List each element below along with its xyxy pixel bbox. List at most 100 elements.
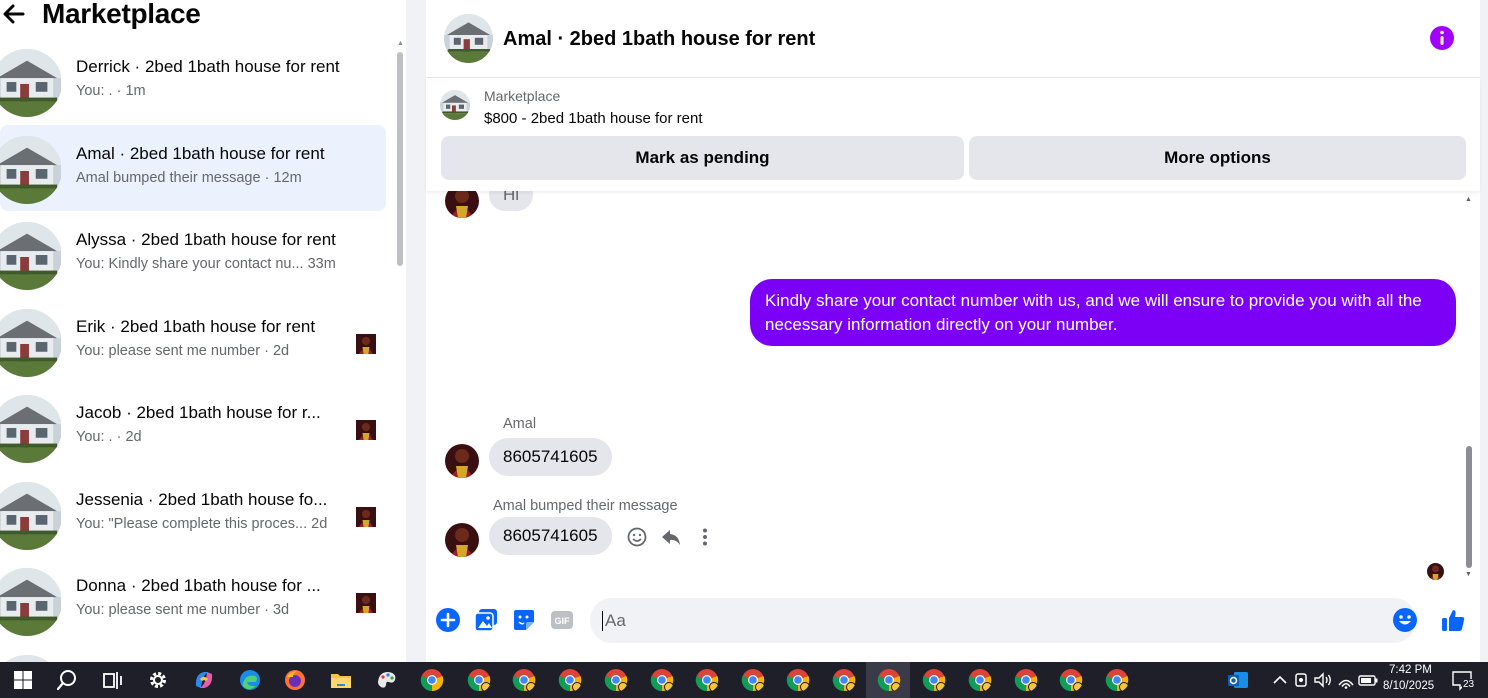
chrome-window-icon[interactable] [604,668,628,692]
clock-date[interactable]: 8/10/2025 [1383,680,1434,692]
page-title: Marketplace [42,0,201,29]
scroll-up-icon[interactable]: ▲ [397,40,404,47]
chrome-window-icon[interactable] [922,668,946,692]
seen-receipt-avatar [356,420,376,440]
conversation-item[interactable]: Jacob · 2bed 1bath house for r... You: . … [0,384,386,471]
like-icon[interactable] [1440,607,1466,633]
wifi-icon[interactable] [1334,668,1358,692]
battery-icon[interactable] [1356,668,1380,692]
message-input-placeholder: Aa [602,611,626,631]
listing-thumbnail [0,482,62,550]
paint-icon[interactable] [375,668,399,692]
conversation-title: Jessenia · 2bed 1bath house fo... [76,489,328,509]
conversation-title: Donna · 2bed 1bath house for ... [76,576,321,595]
message-input[interactable]: Aa [590,598,1418,643]
windows-start-icon[interactable] [11,668,35,692]
conversation-panel: Marketplace Derrick · 2bed 1bath house f… [0,0,406,662]
scroll-down-icon[interactable]: ▼ [1465,571,1472,578]
listing-thumbnail [0,222,62,290]
clock-time[interactable]: 7:42 PM [1389,664,1432,676]
sender-avatar[interactable] [445,523,479,557]
chat-avatar[interactable] [444,14,493,63]
conversation-list: Derrick · 2bed 1bath house for rent You: … [0,38,394,698]
listing-source-label: Marketplace [484,88,561,104]
chrome-window-icon[interactable] [1059,668,1083,692]
volume-icon[interactable] [1311,668,1335,692]
chrome-window-icon[interactable] [558,668,582,692]
sender-avatar[interactable] [445,191,479,218]
conversation-preview: You: . · 1m [76,83,146,99]
conversation-preview: You: please sent me number · 2d [76,342,290,359]
listing-banner: Marketplace $800 - 2bed 1bath house for … [426,79,1480,191]
seen-receipt-avatar [356,593,376,613]
conversation-item[interactable]: Jessenia · 2bed 1bath house fo... You: "P… [0,471,386,558]
sticker-icon[interactable] [511,607,537,633]
seen-receipt-avatar [356,334,376,354]
info-icon[interactable] [1429,25,1455,51]
emoji-icon[interactable] [1392,607,1418,633]
task-view-icon[interactable] [100,668,124,692]
gif-icon[interactable]: GIF [549,607,575,633]
chat-panel: Amal · 2bed 1bath house for rent Marketp… [426,0,1480,662]
file-explorer-icon[interactable] [329,668,353,692]
conversation-item[interactable]: Donna · 2bed 1bath house for ... You: ple… [0,557,386,644]
back-arrow-icon[interactable] [2,0,26,28]
meet-now-icon[interactable] [1289,668,1313,692]
chrome-window-icon[interactable] [512,668,536,692]
svg-text:GIF: GIF [555,616,571,626]
chrome-window-icon[interactable] [968,668,992,692]
search-icon[interactable] [55,668,79,692]
sender-avatar[interactable] [445,444,479,478]
conversation-preview: You: please sent me number · 3d [76,602,290,618]
chrome-window-icon[interactable] [695,668,719,692]
chrome-window-icon[interactable] [1105,668,1129,692]
more-options-button[interactable]: More options [969,136,1466,180]
outlook-icon[interactable] [1226,668,1250,692]
conversation-title: Derrick · 2bed 1bath house for rent [76,57,340,76]
chrome-window-icon[interactable] [832,668,856,692]
message-bubble-incoming[interactable]: 8605741605 [489,438,612,476]
image-icon[interactable] [473,607,499,633]
listing-title[interactable]: $800 - 2bed 1bath house for rent [484,110,703,127]
conversation-item[interactable]: Erik · 2bed 1bath house for rent You: ple… [0,298,386,385]
chrome-window-icon[interactable] [877,668,901,692]
chrome-window-icon[interactable] [467,668,491,692]
conversation-item[interactable]: Amal · 2bed 1bath house for rent Amal bum… [0,124,386,211]
windows-taskbar: 7:42 PM 8/10/2025 23 [0,662,1488,698]
marketplace-header: Marketplace [0,0,406,34]
scroll-up-icon[interactable]: ▲ [1465,196,1472,203]
conversation-title: Amal · 2bed 1bath house for rent [76,143,325,163]
listing-thumbnail[interactable] [440,90,470,120]
conversation-list-scrollbar[interactable] [397,52,403,266]
reply-icon[interactable] [660,526,682,548]
chrome-window-icon[interactable] [1014,668,1038,692]
seen-receipt-avatar [1427,563,1444,580]
copilot-icon[interactable] [192,668,216,692]
message-bubble-outgoing[interactable]: Kindly share your contact number with us… [750,279,1456,346]
firefox-icon[interactable] [283,668,307,692]
edge-icon[interactable] [238,668,262,692]
conversation-item[interactable]: Alyssa · 2bed 1bath house for rent You: K… [0,211,386,298]
message-composer: GIF Aa [426,596,1480,646]
bumped-label: Amal bumped their message [493,498,678,514]
mark-as-pending-button[interactable]: Mark as pending [441,136,964,180]
chat-title[interactable]: Amal · 2bed 1bath house for rent [503,28,815,51]
plus-icon[interactable] [435,607,461,633]
more-icon[interactable] [694,526,716,548]
listing-thumbnail [0,568,62,636]
react-icon[interactable] [626,526,648,548]
message-bubble-incoming[interactable]: Hi [489,191,534,211]
listing-thumbnail [0,395,62,463]
sender-name: Amal [503,416,537,432]
listing-thumbnail [0,136,62,204]
chrome-icon[interactable] [420,668,444,692]
settings-icon[interactable] [146,668,170,692]
conversation-item[interactable]: Derrick · 2bed 1bath house for rent You: … [0,38,386,125]
message-thread-scrollbar[interactable] [1466,446,1472,568]
conversation-preview: You: Kindly share your contact nu... 33m [76,256,336,272]
message-bubble-incoming[interactable]: 8605741605 [489,517,612,555]
chrome-window-icon[interactable] [741,668,765,692]
notification-count: 23 [1462,679,1476,690]
chrome-window-icon[interactable] [650,668,674,692]
chrome-window-icon[interactable] [786,668,810,692]
